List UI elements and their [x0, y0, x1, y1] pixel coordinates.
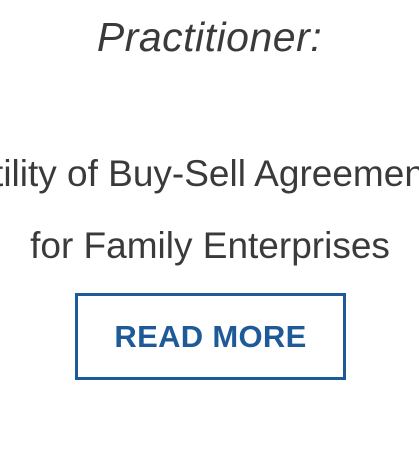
- article-category: Practitioner:: [96, 14, 323, 60]
- article-title[interactable]: Utility of Buy-Sell Agreements for Famil…: [0, 138, 419, 282]
- article-title-line-1: Utility of Buy-Sell Agreements: [0, 153, 419, 194]
- article-card: Practitioner: Utility of Buy-Sell Agreem…: [0, 0, 419, 458]
- read-more-button[interactable]: READ MORE: [75, 293, 346, 380]
- article-title-line-2: for Family Enterprises: [30, 225, 390, 266]
